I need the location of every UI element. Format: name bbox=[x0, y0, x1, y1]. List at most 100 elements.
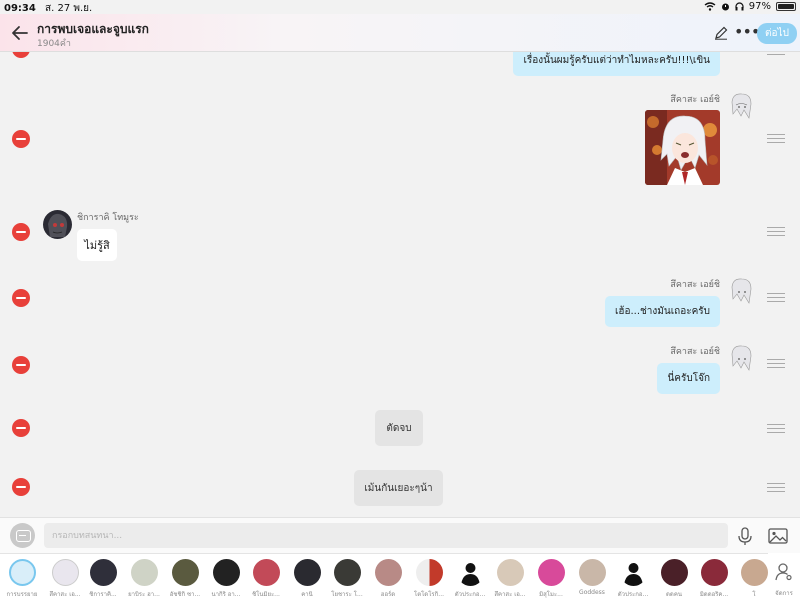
narration-bubble[interactable]: เม้นกันเยอะๆน้า bbox=[354, 470, 443, 506]
character-label: ตัวประกอ... bbox=[617, 591, 649, 598]
avatar bbox=[334, 559, 361, 586]
character-item[interactable]: โตโดโรกิ... bbox=[409, 558, 449, 600]
battery-icon bbox=[776, 2, 796, 11]
delete-message-button[interactable] bbox=[12, 289, 30, 307]
drag-handle-icon[interactable] bbox=[767, 134, 785, 144]
narration-bubble[interactable]: ตัดจบ bbox=[375, 410, 423, 446]
character-item[interactable]: ยาบิระ ฮา... bbox=[124, 558, 164, 600]
sender-name: ชิการาคิ โทมูระ bbox=[77, 213, 139, 223]
character-label: ชิโนมิยะ... bbox=[252, 591, 280, 598]
drag-handle-icon[interactable] bbox=[767, 293, 785, 303]
character-label: โตโดโรกิ... bbox=[413, 591, 445, 598]
message-image[interactable] bbox=[645, 110, 720, 185]
character-item[interactable]: สึคาสะ เอ... bbox=[45, 558, 85, 600]
avatar[interactable] bbox=[729, 344, 753, 372]
character-label: การบรรยาย bbox=[6, 591, 38, 598]
avatar bbox=[661, 559, 688, 586]
character-item[interactable]: Goddess bbox=[572, 558, 612, 600]
back-arrow-icon[interactable] bbox=[10, 23, 30, 43]
more-options-icon[interactable]: ••• bbox=[734, 22, 760, 41]
character-item[interactable]: ตัวประกอ... bbox=[613, 558, 653, 600]
status-date: ส. 27 พ.ย. bbox=[45, 3, 93, 14]
delete-message-button[interactable] bbox=[12, 419, 30, 437]
user-settings-icon bbox=[775, 563, 792, 581]
character-label: มิสุโมะ... bbox=[539, 591, 563, 598]
image-upload-icon[interactable] bbox=[768, 528, 788, 544]
character-item[interactable]: นากิริ อา... bbox=[206, 558, 246, 600]
chat-menu-button[interactable] bbox=[10, 523, 35, 548]
avatar bbox=[172, 559, 199, 586]
character-label: คานิ bbox=[301, 591, 313, 598]
status-time: 09:34 bbox=[4, 3, 36, 14]
character-label: ดดคน bbox=[666, 591, 682, 598]
character-narrator[interactable]: การบรรยาย bbox=[2, 558, 42, 600]
character-item[interactable]: มิดดอริค... bbox=[694, 558, 734, 600]
avatar bbox=[579, 559, 606, 586]
character-label: สึคาสะ เอ... bbox=[49, 591, 81, 598]
character-item[interactable]: ฮอร์ด bbox=[368, 558, 408, 600]
character-label: สึคาสะ เอ... bbox=[494, 591, 526, 598]
character-label: นากิริ อา... bbox=[211, 591, 241, 598]
avatar bbox=[213, 559, 240, 586]
avatar bbox=[416, 559, 443, 586]
character-item[interactable]: คานิ bbox=[287, 558, 327, 600]
character-item[interactable]: ชิโนมิยะ... bbox=[246, 558, 286, 600]
delete-message-button[interactable] bbox=[12, 52, 30, 58]
avatar bbox=[52, 559, 79, 586]
message-list: เรื่องนั้นผมรู้ครับแต่ว่าทำไมหละครับ!!!\… bbox=[0, 52, 800, 517]
avatar bbox=[90, 559, 117, 586]
avatar[interactable] bbox=[729, 92, 753, 120]
manage-characters-button[interactable]: จัดการ bbox=[768, 553, 800, 600]
avatar bbox=[253, 559, 280, 586]
delete-message-button[interactable] bbox=[12, 130, 30, 148]
delete-message-button[interactable] bbox=[12, 223, 30, 241]
avatar bbox=[538, 559, 565, 586]
character-item[interactable]: ดดคน bbox=[654, 558, 694, 600]
drag-handle-icon[interactable] bbox=[767, 52, 785, 56]
message-bubble[interactable]: เฮ้อ...ช่างมันเถอะครับ bbox=[604, 296, 720, 327]
microphone-icon[interactable] bbox=[737, 527, 753, 546]
avatar bbox=[620, 559, 647, 586]
message-input[interactable] bbox=[44, 523, 728, 548]
message-bubble[interactable]: นี่ครับโจ๊ก bbox=[657, 363, 720, 394]
character-item[interactable]: อัชชิกิ ซา... bbox=[165, 558, 205, 600]
avatar bbox=[741, 559, 768, 586]
delete-message-button[interactable] bbox=[12, 478, 30, 496]
pencil-icon[interactable] bbox=[714, 26, 728, 40]
headphones-icon bbox=[735, 2, 744, 11]
sender-name: สึคาสะ เอย์ชิ bbox=[670, 280, 720, 290]
wifi-icon bbox=[704, 2, 716, 11]
avatar[interactable] bbox=[729, 277, 753, 305]
message-bubble[interactable]: ไม่รู้สิ bbox=[77, 229, 117, 261]
alarm-icon bbox=[721, 3, 729, 11]
chat-header: การพบเจอและจูบแรก 1904คำ ••• ต่อไป bbox=[0, 14, 800, 52]
delete-message-button[interactable] bbox=[12, 356, 30, 374]
avatar bbox=[701, 559, 728, 586]
character-label: โยชาระ โ... bbox=[331, 591, 363, 598]
character-item[interactable]: โยชาระ โ... bbox=[327, 558, 367, 600]
character-item[interactable]: ตัวประกอ... bbox=[450, 558, 490, 600]
character-selector: การบรรยาย สึคาสะ เอ... ชิการาคิ... ยาบิร… bbox=[0, 553, 800, 600]
character-item[interactable]: ชิการาคิ... bbox=[83, 558, 123, 600]
character-label: Goddess bbox=[579, 589, 605, 596]
avatar[interactable] bbox=[43, 210, 72, 239]
avatar bbox=[497, 559, 524, 586]
sender-name: สึคาสะ เอย์ชิ bbox=[670, 347, 720, 357]
drag-handle-icon[interactable] bbox=[767, 483, 785, 493]
character-item[interactable]: มิสุโมะ... bbox=[531, 558, 571, 600]
next-button[interactable]: ต่อไป bbox=[757, 23, 797, 44]
character-item[interactable]: สึคาสะ เอ... bbox=[490, 558, 530, 600]
message-bubble[interactable]: เรื่องนั้นผมรู้ครับแต่ว่าทำไมหละครับ!!!\… bbox=[513, 52, 720, 76]
character-label: ฮอร์ด bbox=[380, 591, 396, 598]
character-label: อัชชิกิ ซา... bbox=[169, 591, 201, 598]
character-label: ตัวประกอ... bbox=[454, 591, 486, 598]
avatar bbox=[294, 559, 321, 586]
word-count: 1904คำ bbox=[37, 39, 71, 49]
character-label: ยาบิระ ฮา... bbox=[128, 591, 160, 598]
avatar bbox=[131, 559, 158, 586]
drag-handle-icon[interactable] bbox=[767, 424, 785, 434]
manage-label: จัดการ bbox=[775, 590, 793, 597]
drag-handle-icon[interactable] bbox=[767, 227, 785, 237]
status-bar: 09:34 ส. 27 พ.ย. 97% bbox=[0, 0, 800, 14]
drag-handle-icon[interactable] bbox=[767, 359, 785, 369]
